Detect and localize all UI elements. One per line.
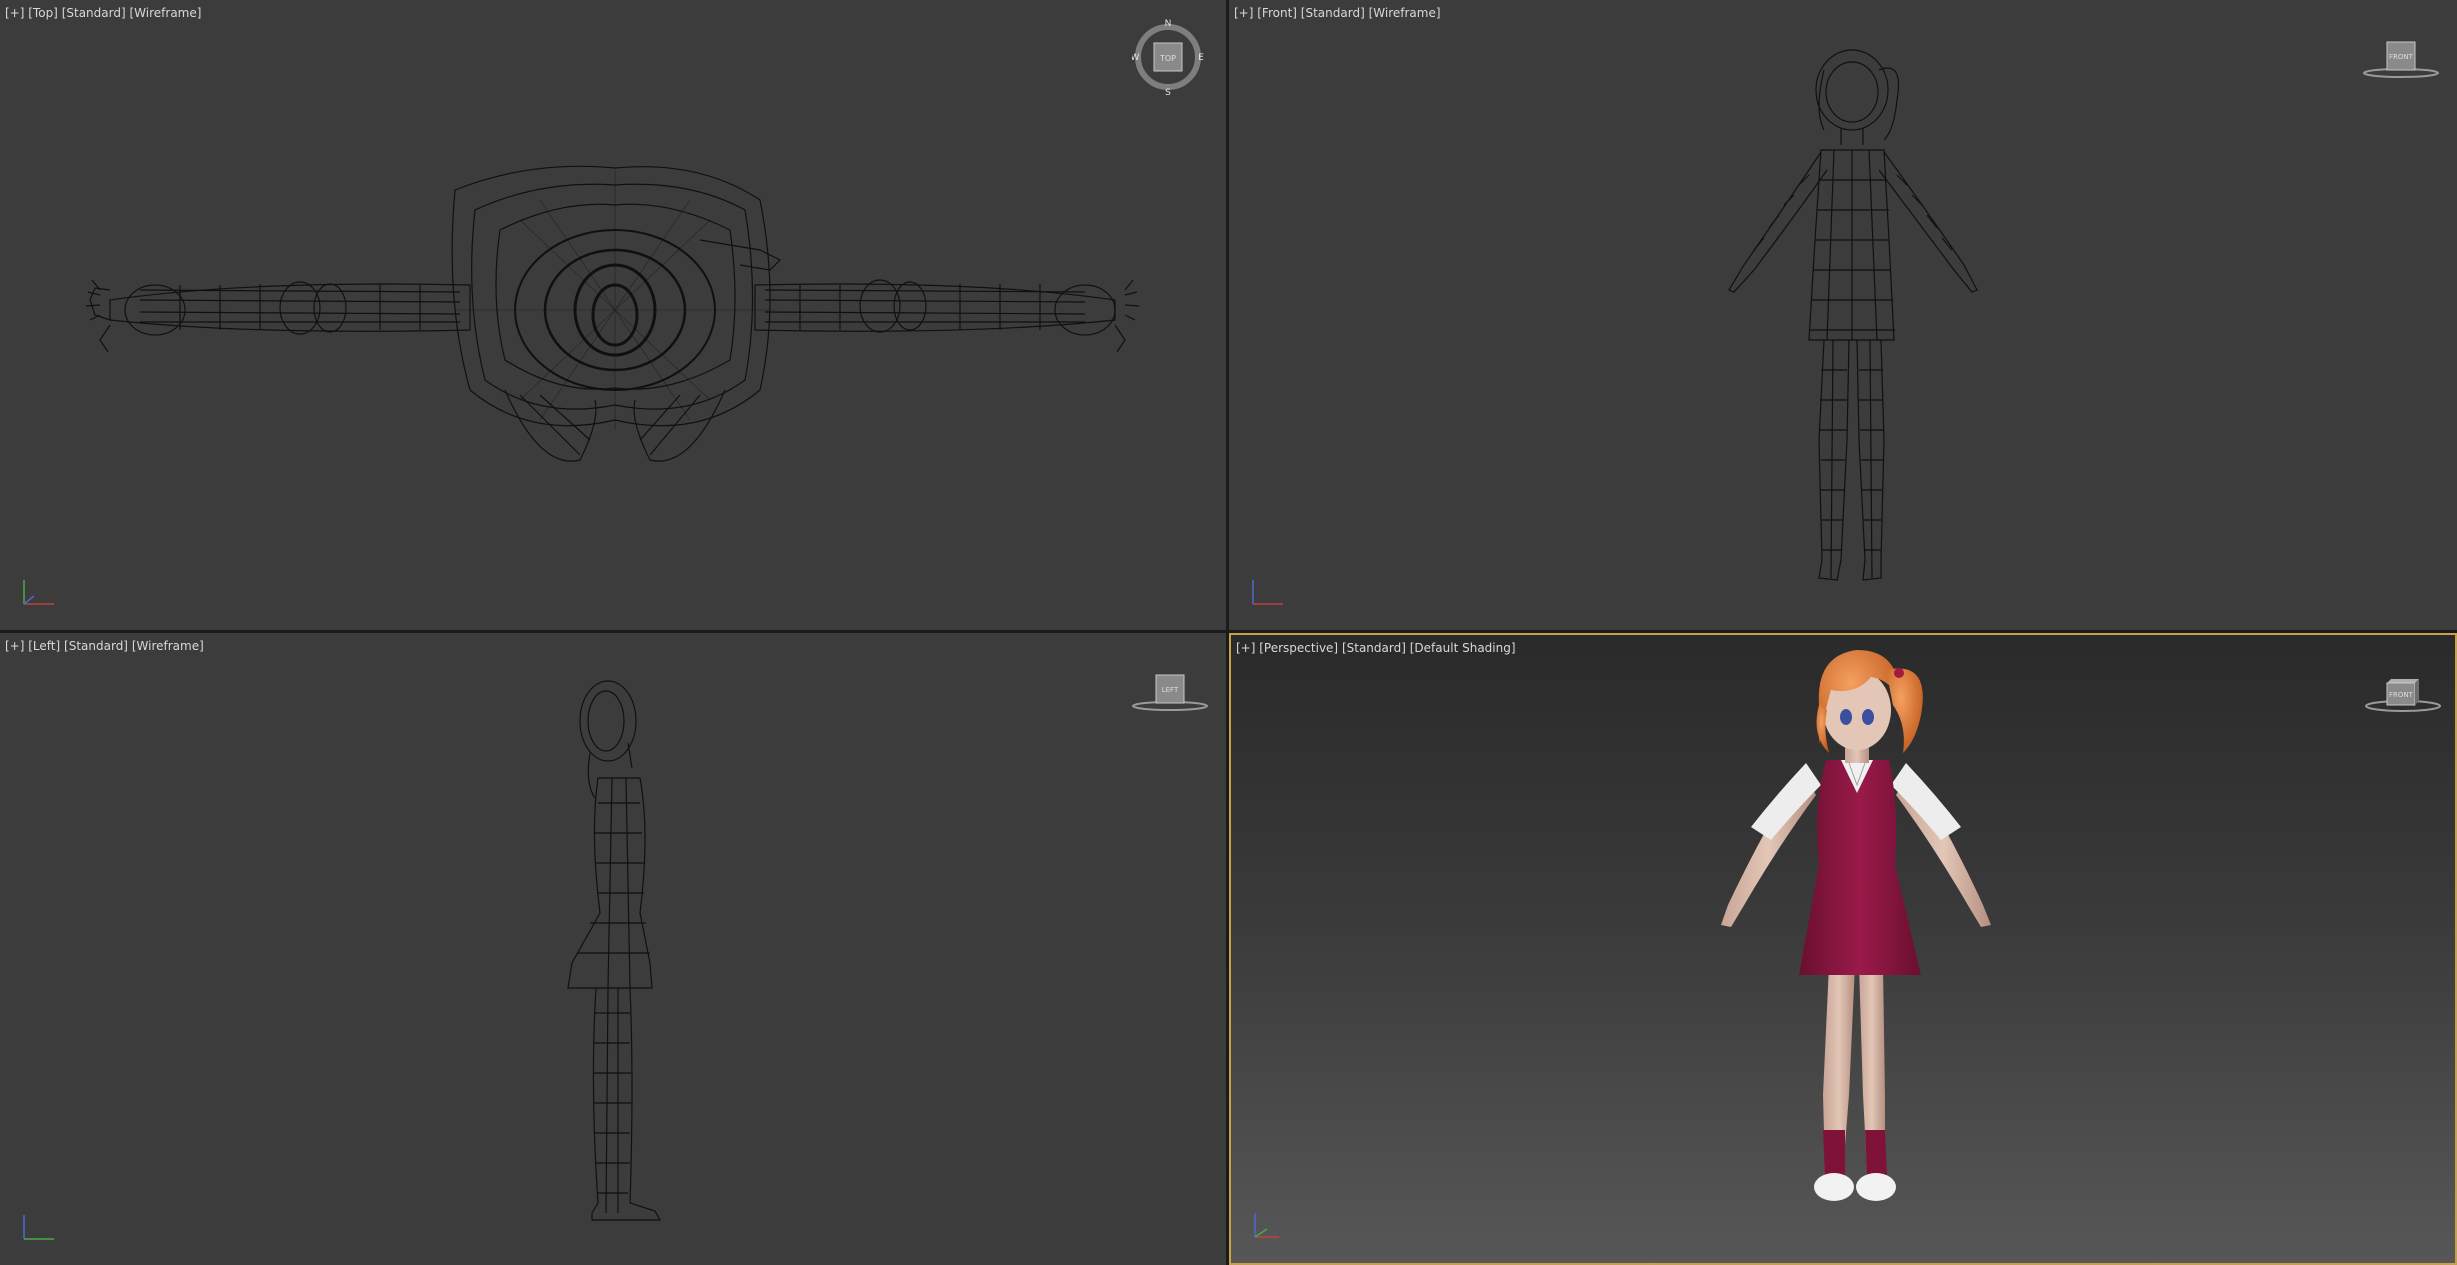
viewport-left[interactable]: [+] [Left] [Standard] [Wireframe] LEFT: [0, 633, 1226, 1265]
viewcube-compass[interactable]: TOP N S E W: [1132, 18, 1204, 96]
viewcube-face-label: FRONT: [2389, 53, 2414, 61]
viewcube-face-label: LEFT: [1162, 686, 1179, 694]
view-type-menu[interactable]: [Top]: [28, 6, 58, 20]
axis-gizmo-icon: [23, 1215, 54, 1240]
compass-south: S: [1165, 88, 1171, 96]
viewcube[interactable]: FRONT: [2363, 673, 2443, 713]
perspective-shaded-model[interactable]: [1231, 635, 2457, 1265]
viewport-perspective[interactable]: [+] [Perspective] [Standard] [Default Sh…: [1229, 633, 2457, 1265]
viewcube-face-label: FRONT: [2389, 691, 2414, 699]
viewcube[interactable]: FRONT: [2361, 40, 2441, 78]
viewcube-face-label: TOP: [1159, 54, 1176, 63]
top-wireframe-model[interactable]: [0, 0, 1226, 630]
view-style-menu[interactable]: [Standard]: [62, 6, 126, 20]
viewport-label-perspective: [+] [Perspective] [Standard] [Default Sh…: [1236, 641, 1516, 655]
view-style-menu[interactable]: [Standard]: [1342, 641, 1406, 655]
shading-mode-menu[interactable]: [Wireframe]: [130, 6, 202, 20]
view-type-menu[interactable]: [Perspective]: [1259, 641, 1338, 655]
viewcube-side-face[interactable]: [2415, 679, 2419, 705]
view-style-menu[interactable]: [Standard]: [1301, 6, 1365, 20]
axis-gizmo-icon: [1254, 1213, 1279, 1238]
viewcube[interactable]: LEFT: [1130, 673, 1210, 711]
view-type-menu[interactable]: [Left]: [28, 639, 60, 653]
viewport-top[interactable]: [+] [Top] [Standard] [Wireframe] TOP N S…: [0, 0, 1226, 630]
viewport-menu-button[interactable]: [+]: [1234, 6, 1253, 20]
axis-gizmo-icon: [23, 580, 54, 605]
shading-mode-menu[interactable]: [Default Shading]: [1410, 641, 1516, 655]
viewport-label-left: [+] [Left] [Standard] [Wireframe]: [5, 639, 204, 653]
viewport-label-top: [+] [Top] [Standard] [Wireframe]: [5, 6, 201, 20]
shading-mode-menu[interactable]: [Wireframe]: [1369, 6, 1441, 20]
viewport-label-front: [+] [Front] [Standard] [Wireframe]: [1234, 6, 1441, 20]
compass-north: N: [1165, 19, 1172, 29]
viewport-menu-button[interactable]: [+]: [5, 639, 24, 653]
left-wireframe-model[interactable]: [0, 633, 1226, 1265]
shading-mode-menu[interactable]: [Wireframe]: [132, 639, 204, 653]
viewport-menu-button[interactable]: [+]: [1236, 641, 1255, 655]
axis-gizmo-icon: [1252, 580, 1283, 605]
viewport-front[interactable]: [+] [Front] [Standard] [Wireframe] FRONT: [1229, 0, 2457, 630]
compass-east: E: [1198, 53, 1204, 63]
viewport-menu-button[interactable]: [+]: [5, 6, 24, 20]
viewcube-top-face[interactable]: [2387, 679, 2419, 683]
front-wireframe-model[interactable]: [1229, 0, 2457, 630]
view-type-menu[interactable]: [Front]: [1257, 6, 1297, 20]
view-style-menu[interactable]: [Standard]: [64, 639, 128, 653]
compass-west: W: [1132, 53, 1140, 63]
